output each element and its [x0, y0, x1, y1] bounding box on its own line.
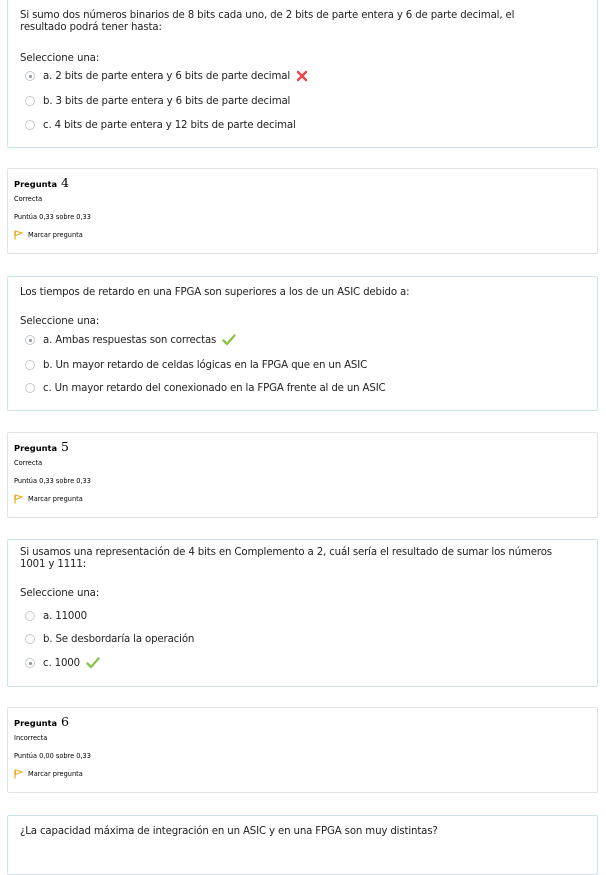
question-6-info: Pregunta 6 Incorrecta Puntúa 0,00 sobre … [7, 707, 598, 793]
option-label: c. 4 bits de parte entera y 12 bits de p… [43, 119, 296, 131]
option-c[interactable]: c. Un mayor retardo del conexionado en l… [25, 380, 386, 396]
radio-button[interactable] [25, 335, 35, 345]
option-b[interactable]: b. Un mayor retardo de celdas lógicas en… [25, 357, 367, 373]
option-label: a. Ambas respuestas son correctas [43, 334, 217, 346]
select-one-prompt: Seleccione una: [20, 588, 100, 599]
correct-check-icon [222, 334, 236, 346]
radio-button[interactable] [25, 96, 35, 106]
option-label: a. 11000 [43, 610, 87, 622]
option-b[interactable]: b. Se desbordaría la operación [25, 631, 194, 647]
question-state: Incorrecta [14, 734, 48, 742]
question-5-content: Si usamos una representación de 4 bits e… [7, 539, 598, 687]
radio-button[interactable] [25, 120, 35, 130]
question-number: Pregunta 4 [14, 175, 69, 190]
question-text: Los tiempos de retardo en una FPGA son s… [20, 287, 410, 298]
option-label: c. Un mayor retardo del conexionado en l… [43, 382, 386, 394]
radio-button[interactable] [25, 360, 35, 370]
radio-button[interactable] [25, 383, 35, 393]
flag-icon [14, 230, 23, 240]
question-grade: Puntúa 0,33 sobre 0,33 [14, 213, 91, 221]
question-number: Pregunta 6 [14, 714, 69, 729]
option-b[interactable]: b. 3 bits de parte entera y 6 bits de pa… [25, 93, 290, 109]
radio-button[interactable] [25, 634, 35, 644]
option-label: b. Se desbordaría la operación [43, 633, 195, 645]
flag-question-link[interactable]: Marcar pregunta [14, 769, 83, 779]
option-label: b. Un mayor retardo de celdas lógicas en… [43, 359, 368, 371]
question-text: Si sumo dos números binarios de 8 bits c… [20, 10, 515, 33]
question-number: Pregunta 5 [14, 439, 69, 454]
correct-check-icon [86, 657, 100, 669]
option-a[interactable]: a. 11000 [25, 608, 87, 624]
select-one-prompt: Seleccione una: [20, 53, 100, 64]
option-label: b. 3 bits de parte entera y 6 bits de pa… [43, 95, 291, 107]
option-label: a. 2 bits de parte entera y 6 bits de pa… [43, 70, 291, 82]
option-c[interactable]: c. 1000 [25, 655, 100, 671]
radio-button[interactable] [25, 71, 35, 81]
option-label: c. 1000 [43, 657, 80, 669]
question-4-info: Pregunta 4 Correcta Puntúa 0,33 sobre 0,… [7, 168, 598, 254]
radio-button[interactable] [25, 658, 35, 668]
question-5-info: Pregunta 5 Correcta Puntúa 0,33 sobre 0,… [7, 432, 598, 518]
question-text: ¿La capacidad máxima de integración en u… [20, 826, 438, 837]
flag-question-link[interactable]: Marcar pregunta [14, 230, 83, 240]
incorrect-cross-icon [296, 70, 308, 82]
question-grade: Puntúa 0,00 sobre 0,33 [14, 752, 91, 760]
radio-button[interactable] [25, 611, 35, 621]
question-3-content: Si sumo dos números binarios de 8 bits c… [7, 0, 598, 148]
question-state: Correcta [14, 459, 43, 467]
flag-question-link[interactable]: Marcar pregunta [14, 494, 83, 504]
flag-icon [14, 494, 23, 504]
option-a[interactable]: a. 2 bits de parte entera y 6 bits de pa… [25, 68, 308, 84]
question-4-content: Los tiempos de retardo en una FPGA son s… [7, 276, 598, 411]
option-a[interactable]: a. Ambas respuestas son correctas [25, 332, 236, 348]
question-6-content: ¿La capacidad máxima de integración en u… [7, 815, 598, 875]
question-grade: Puntúa 0,33 sobre 0,33 [14, 477, 91, 485]
flag-icon [14, 769, 23, 779]
option-c[interactable]: c. 4 bits de parte entera y 12 bits de p… [25, 117, 296, 133]
question-state: Correcta [14, 195, 43, 203]
select-one-prompt: Seleccione una: [20, 316, 100, 327]
question-text: Si usamos una representación de 4 bits e… [20, 547, 552, 570]
